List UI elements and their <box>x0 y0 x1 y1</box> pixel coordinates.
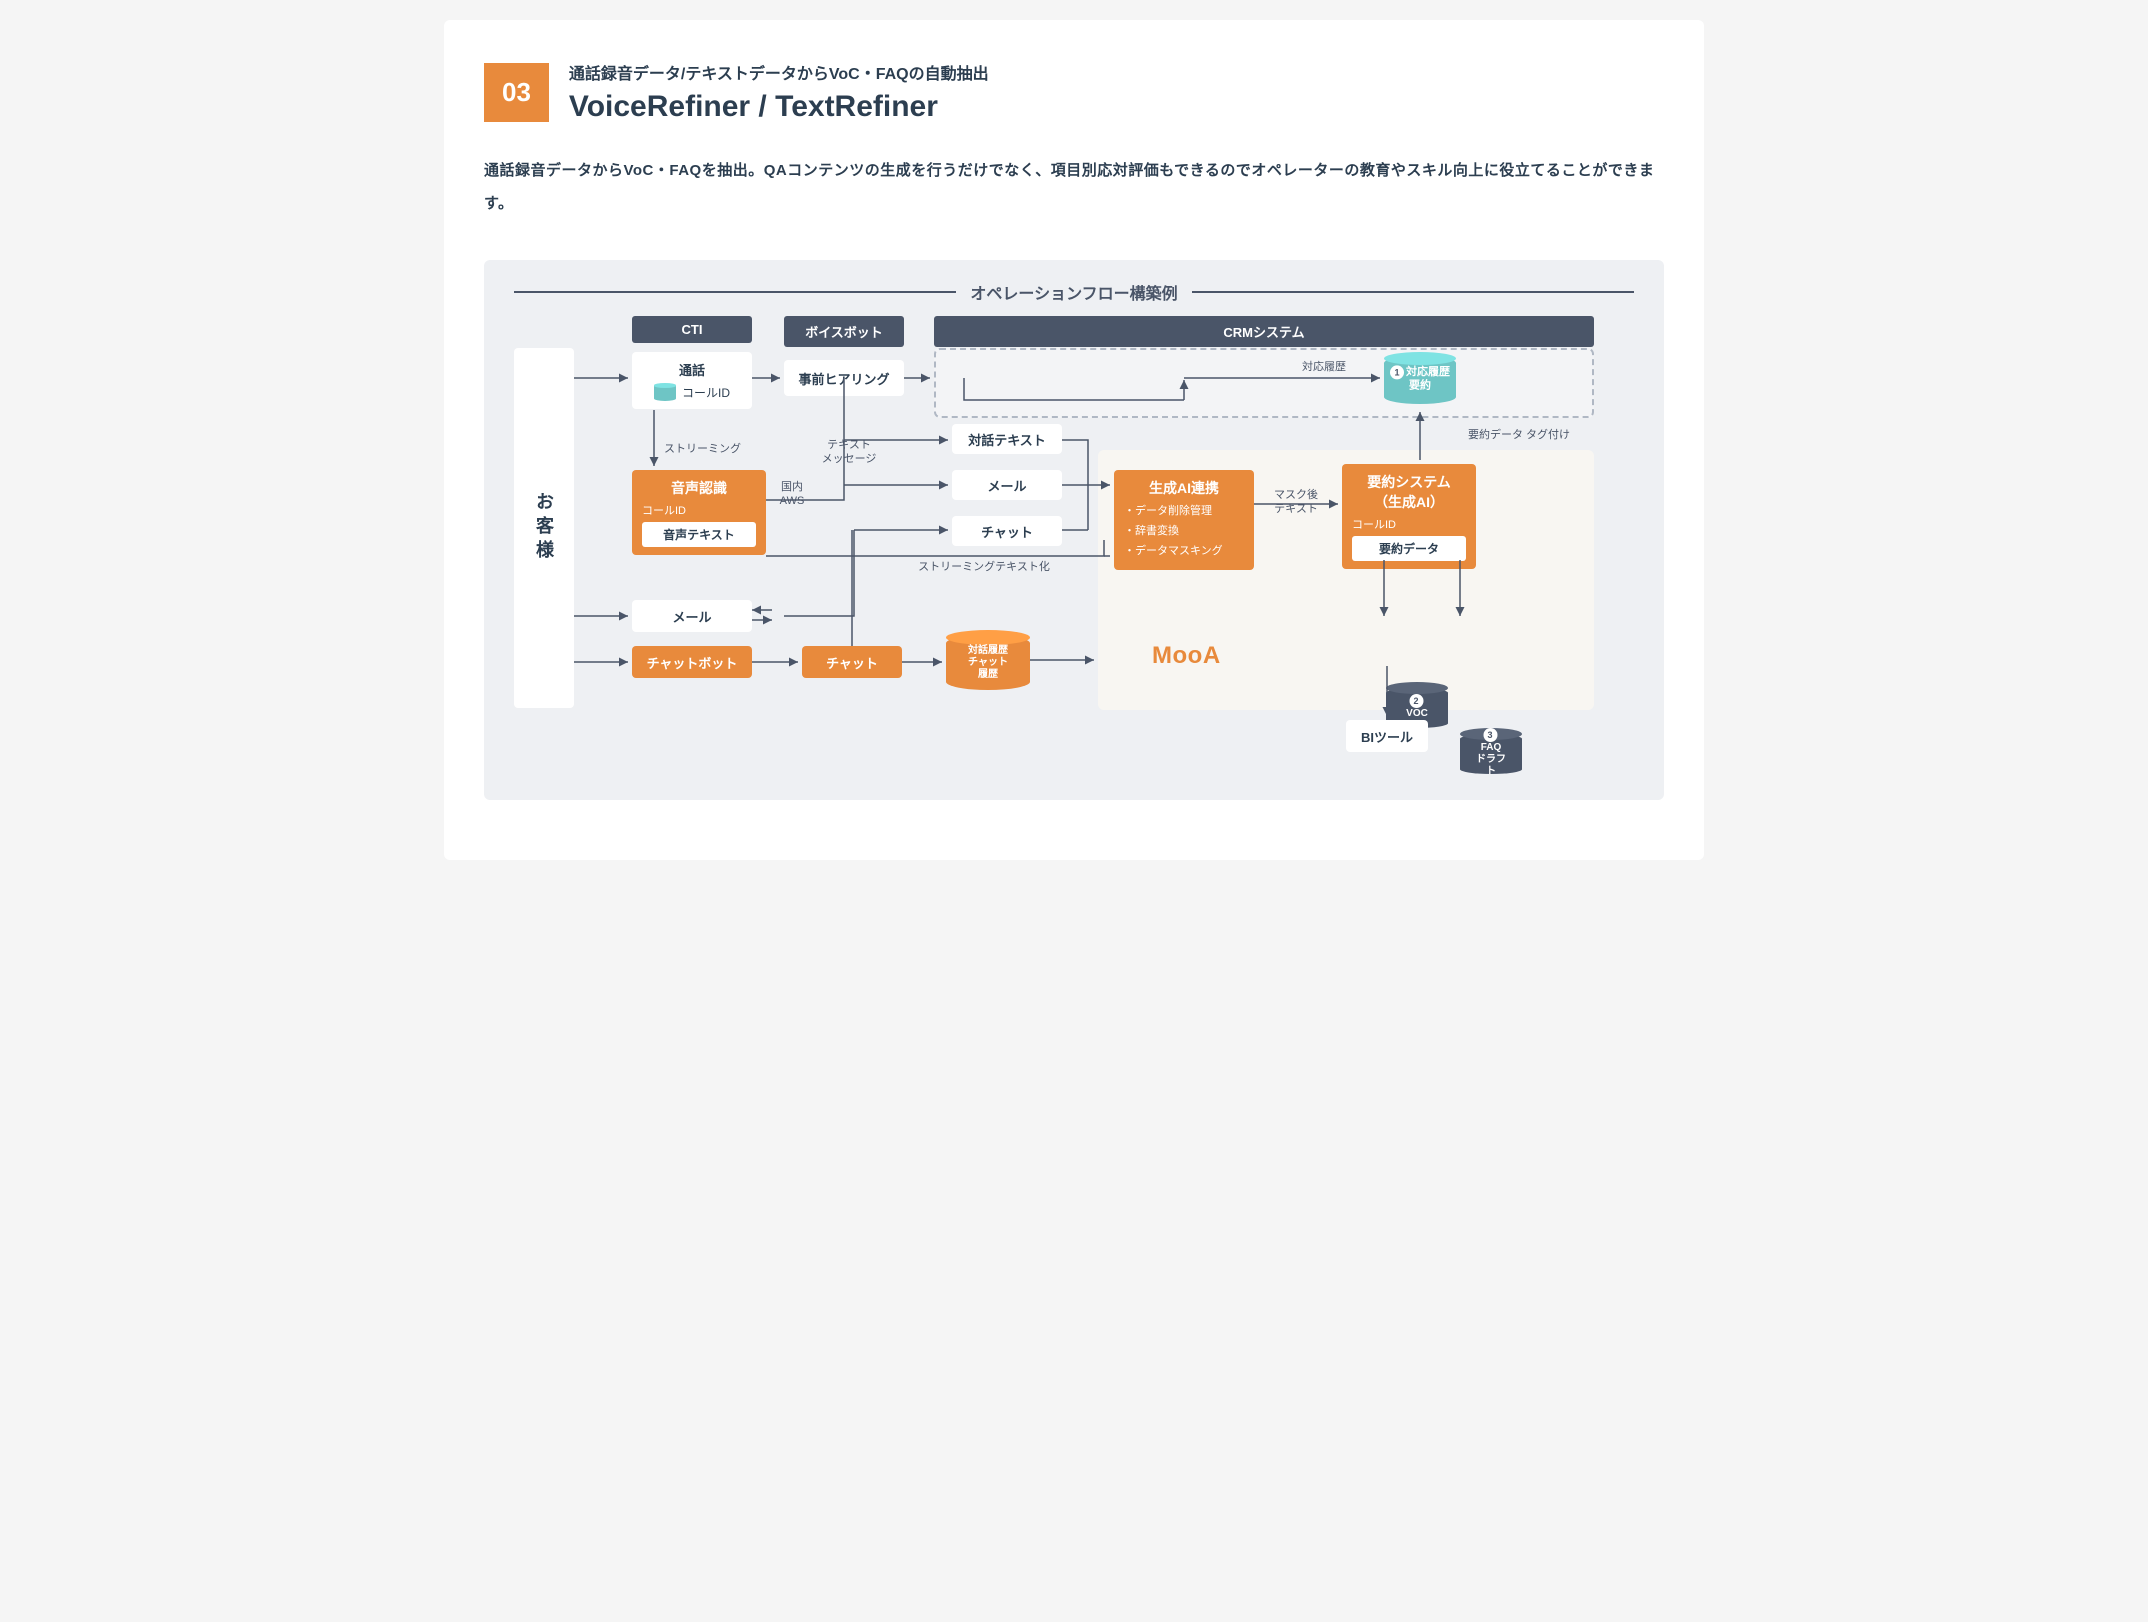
asr-box: 音声認識 コールID 音声テキスト <box>632 470 766 555</box>
section-description: 通話録音データからVoC・FAQを抽出。QAコンテンツの生成を行うだけでなく、項… <box>484 154 1664 220</box>
history-summary-cylinder: 1対応履歴要約 <box>1384 352 1456 404</box>
call-box: 通話 コールID <box>632 352 752 409</box>
callid-cylinder-icon <box>654 383 676 401</box>
section-number-badge: 03 <box>484 63 549 122</box>
bi-tool-box: BIツール <box>1346 720 1428 752</box>
streaming-text-label: ストリーミングテキスト化 <box>904 560 1064 574</box>
summary-system-inner: 要約データ <box>1352 536 1466 561</box>
section-title: VoiceRefiner / TextRefiner <box>569 90 989 124</box>
divider-line <box>514 291 956 293</box>
gen-ai-title: 生成AI連携 <box>1124 478 1244 498</box>
asr-title: 音声認識 <box>642 478 756 498</box>
gen-ai-b1: ・データ削除管理 <box>1124 502 1244 518</box>
dialog-text-box: 対話テキスト <box>952 424 1062 454</box>
call-title: 通話 <box>642 360 742 379</box>
section-header: 03 通話録音データ/テキストデータからVoC・FAQの自動抽出 VoiceRe… <box>484 60 1664 124</box>
summary-system-sub: コールID <box>1352 516 1466 532</box>
history-cylinder: 対話履歴 チャット履歴 <box>946 630 1030 690</box>
asr-sub: コールID <box>642 502 756 518</box>
text-message-label: テキスト メッセージ <box>814 438 884 467</box>
mask-text-label: マスク後 テキスト <box>1266 488 1326 517</box>
chat-box: チャット <box>952 516 1062 546</box>
mooa-logo: MooA <box>1152 642 1221 670</box>
customer-box: お客様 <box>514 348 574 708</box>
asr-inner: 音声テキスト <box>642 522 756 547</box>
num-badge-1: 1 <box>1390 365 1404 379</box>
aws-label: 国内 AWS <box>772 480 812 509</box>
crm-header: CRMシステム <box>934 316 1594 347</box>
chatbot-box: チャットボット <box>632 646 752 678</box>
call-id-label: コールID <box>682 384 730 401</box>
summary-system-box: 要約システム （生成AI） コールID 要約データ <box>1342 464 1476 569</box>
mail-box: メール <box>952 470 1062 500</box>
history-label: 対応履歴 <box>1284 360 1364 374</box>
streaming-label: ストリーミング <box>664 442 754 456</box>
operation-flow-diagram: オペレーションフロー構築例 CTI ボイスボット CRMシステム お客様 通話 … <box>484 260 1664 800</box>
divider-line <box>1192 291 1634 293</box>
gen-ai-b3: ・データマスキング <box>1124 542 1244 558</box>
faq-cylinder: 3FAQドラフト <box>1460 728 1522 774</box>
prehearing-box: 事前ヒアリング <box>784 360 904 396</box>
crm-history-area <box>934 348 1594 418</box>
mail2-box: メール <box>632 600 752 632</box>
page: 03 通話録音データ/テキストデータからVoC・FAQの自動抽出 VoiceRe… <box>444 20 1704 860</box>
voicebot-header: ボイスボット <box>784 316 904 347</box>
cti-header: CTI <box>632 316 752 343</box>
summary-tag-label: 要約データ タグ付け <box>1464 428 1574 442</box>
chat2-box: チャット <box>802 646 902 678</box>
section-subtitle: 通話録音データ/テキストデータからVoC・FAQの自動抽出 <box>569 60 989 84</box>
gen-ai-box: 生成AI連携 ・データ削除管理 ・辞書変換 ・データマスキング <box>1114 470 1254 570</box>
header-text: 通話録音データ/テキストデータからVoC・FAQの自動抽出 VoiceRefin… <box>569 60 989 124</box>
gen-ai-b2: ・辞書変換 <box>1124 522 1244 538</box>
summary-system-title: 要約システム （生成AI） <box>1352 472 1466 512</box>
diagram-title-row: オペレーションフロー構築例 <box>514 280 1634 304</box>
diagram-title: オペレーションフロー構築例 <box>970 280 1177 304</box>
